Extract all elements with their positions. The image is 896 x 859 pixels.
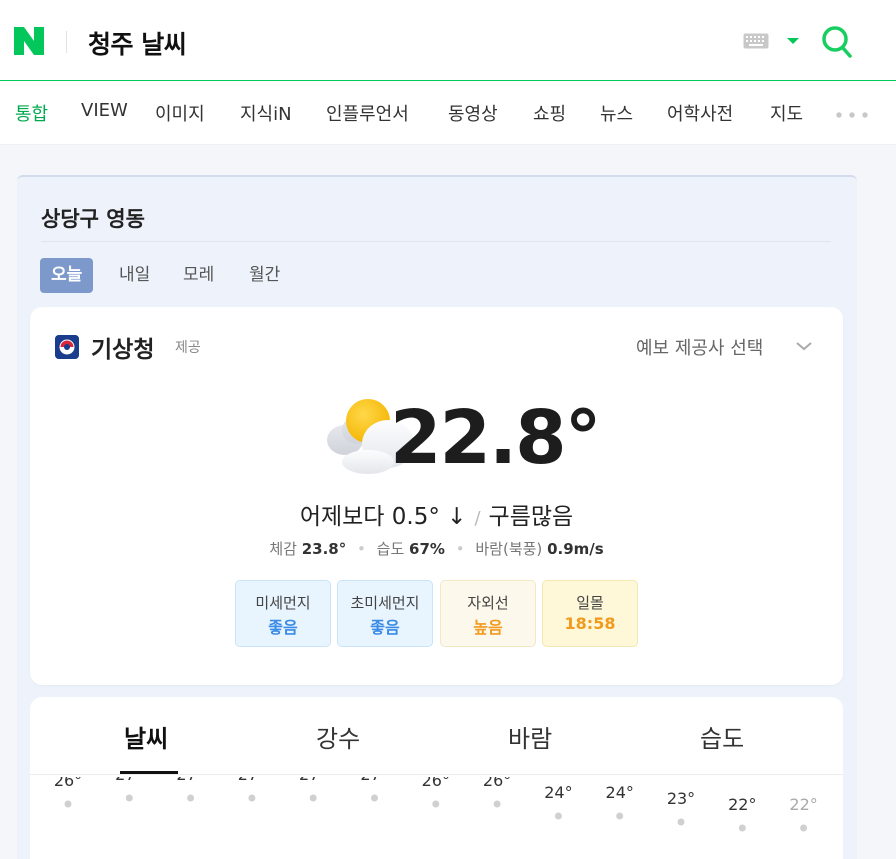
day-tab-day-after[interactable]: 모레 xyxy=(172,258,225,293)
hourly-temp-point xyxy=(738,824,746,832)
humidity-label: 습도 xyxy=(376,540,405,558)
wind-label: 바람(북풍) xyxy=(475,540,543,558)
logo-divider xyxy=(66,31,67,53)
chip-value: 좋음 xyxy=(370,618,400,637)
tabs-divider xyxy=(30,774,843,775)
more-icon[interactable] xyxy=(835,111,869,119)
hourly-tab-precipitation[interactable]: 강수 xyxy=(316,719,360,754)
chip-fine-dust[interactable]: 미세먼지 좋음 xyxy=(235,580,331,647)
hourly-temp-point xyxy=(371,794,378,802)
feels-like-label: 체감 xyxy=(269,540,297,558)
nav-tab-map[interactable]: 지도 xyxy=(770,100,803,126)
divider xyxy=(41,241,831,242)
hourly-temp-label: 24° xyxy=(544,783,572,802)
hourly-temp-point xyxy=(248,794,256,802)
search-query[interactable]: 청주 날씨 xyxy=(88,25,187,61)
weather-summary: 어제보다 0.5° ↓ / 구름많음 xyxy=(30,497,843,531)
current-weather-panel: 기상청 제공 예보 제공사 선택 22.8° 어제보다 0.5° ↓ / 구름많… xyxy=(30,307,843,685)
keyboard-dropdown-icon[interactable] xyxy=(786,36,800,46)
kma-logo-icon xyxy=(55,335,79,359)
nav-tab-view[interactable]: VIEW xyxy=(81,100,128,121)
hourly-temp-point xyxy=(554,812,562,820)
nav-tab-news[interactable]: 뉴스 xyxy=(600,100,633,126)
keyboard-icon[interactable] xyxy=(743,33,769,49)
hourly-temp-point xyxy=(125,794,133,802)
provider-sub: 제공 xyxy=(175,340,201,356)
location-title: 상당구 영동 xyxy=(41,207,145,231)
chip-value: 좋음 xyxy=(268,618,298,637)
hourly-tab-humidity[interactable]: 습도 xyxy=(700,719,744,754)
humidity-value: 67% xyxy=(409,540,445,558)
chip-value: 18:58 xyxy=(564,614,616,633)
hourly-temp-label: 27° xyxy=(115,777,143,784)
chevron-down-icon[interactable] xyxy=(795,341,813,351)
naver-logo[interactable] xyxy=(14,27,44,55)
hourly-temp-point xyxy=(309,794,317,802)
chip-uv[interactable]: 자외선 높음 xyxy=(440,580,536,647)
yesterday-compare: 어제보다 0.5° ↓ xyxy=(299,504,467,530)
hourly-temp-label: 27° xyxy=(360,777,388,784)
day-tab-monthly[interactable]: 월간 xyxy=(238,258,291,293)
hourly-tab-wind[interactable]: 바람 xyxy=(508,719,552,754)
hourly-temp-label: 26° xyxy=(422,777,450,790)
hourly-temp-point xyxy=(677,818,685,826)
nav-tab-images[interactable]: 이미지 xyxy=(155,100,205,126)
active-tab-underline xyxy=(120,771,178,774)
hourly-temp-point xyxy=(616,812,624,820)
chip-value: 높음 xyxy=(473,618,503,637)
nav-tab-video[interactable]: 동영상 xyxy=(448,100,498,126)
summary-separator: / xyxy=(474,508,481,529)
hourly-temperature-chart: 26° 27° 27° 27° 27° 27° 26° 26° 24° 24° 23° 22° 22° xyxy=(54,777,818,832)
nav-tab-shopping[interactable]: 쇼핑 xyxy=(533,100,566,126)
nav-tab-influencer[interactable]: 인플루언서 xyxy=(326,100,409,126)
weather-details: 체감 23.8° • 습도 67% • 바람(북풍) 0.9m/s xyxy=(30,538,843,559)
provider-select-button[interactable]: 예보 제공사 선택 xyxy=(636,334,763,360)
hourly-temp-point xyxy=(432,800,440,808)
hourly-temp-label: 27° xyxy=(238,777,266,784)
search-header: 청주 날씨 xyxy=(0,0,896,81)
hourly-tab-weather[interactable]: 날씨 xyxy=(124,719,168,754)
search-icon[interactable] xyxy=(820,23,854,59)
hourly-temp-label: 26° xyxy=(54,777,82,790)
hourly-temp-label: 22° xyxy=(789,795,817,814)
nav-tab-integrated[interactable]: 통합 xyxy=(15,100,48,126)
hourly-temp-label: 24° xyxy=(606,783,634,802)
hourly-temp-label: 27° xyxy=(176,777,204,784)
weather-condition: 구름많음 xyxy=(488,504,574,530)
search-category-nav: 통합 VIEW 이미지 지식iN 인플루언서 동영상 쇼핑 뉴스 어학사전 지도 xyxy=(0,81,896,145)
day-tab-today[interactable]: 오늘 xyxy=(40,258,94,293)
chip-label: 자외선 xyxy=(467,594,509,612)
detail-dot: • xyxy=(357,540,366,558)
hourly-temp-point xyxy=(800,824,808,832)
chip-ultrafine-dust[interactable]: 초미세먼지 좋음 xyxy=(337,580,433,647)
wind-value: 0.9m/s xyxy=(547,540,604,558)
current-temperature: 22.8° xyxy=(390,395,602,481)
day-tab-tomorrow[interactable]: 내일 xyxy=(108,258,161,293)
chip-label: 미세먼지 xyxy=(255,594,311,612)
hourly-temp-point xyxy=(187,794,195,802)
chip-label: 일몰 xyxy=(576,594,604,612)
detail-dot: • xyxy=(455,540,465,558)
hourly-temp-label: 27° xyxy=(299,777,327,784)
provider-name: 기상청 xyxy=(91,337,155,363)
hourly-temp-label: 26° xyxy=(483,777,511,790)
chip-sunset[interactable]: 일몰 18:58 xyxy=(542,580,638,647)
hourly-panel: 날씨 강수 바람 습도 26°27°27°27°27°27°26°26°24°2… xyxy=(30,697,843,859)
weather-card: 상당구 영동 오늘 내일 모레 월간 기상청 제공 예보 제공사 선택 22.8… xyxy=(17,175,857,859)
hourly-temp-label: 22° xyxy=(728,795,756,814)
hourly-temp-point xyxy=(64,800,72,808)
nav-tab-dictionary[interactable]: 어학사전 xyxy=(667,100,733,126)
chip-label: 초미세먼지 xyxy=(350,594,420,612)
feels-like-value: 23.8° xyxy=(301,540,347,558)
hourly-temp-point xyxy=(493,800,501,808)
hourly-temp-label: 23° xyxy=(667,789,695,808)
nav-tab-knowledge[interactable]: 지식iN xyxy=(240,100,292,126)
